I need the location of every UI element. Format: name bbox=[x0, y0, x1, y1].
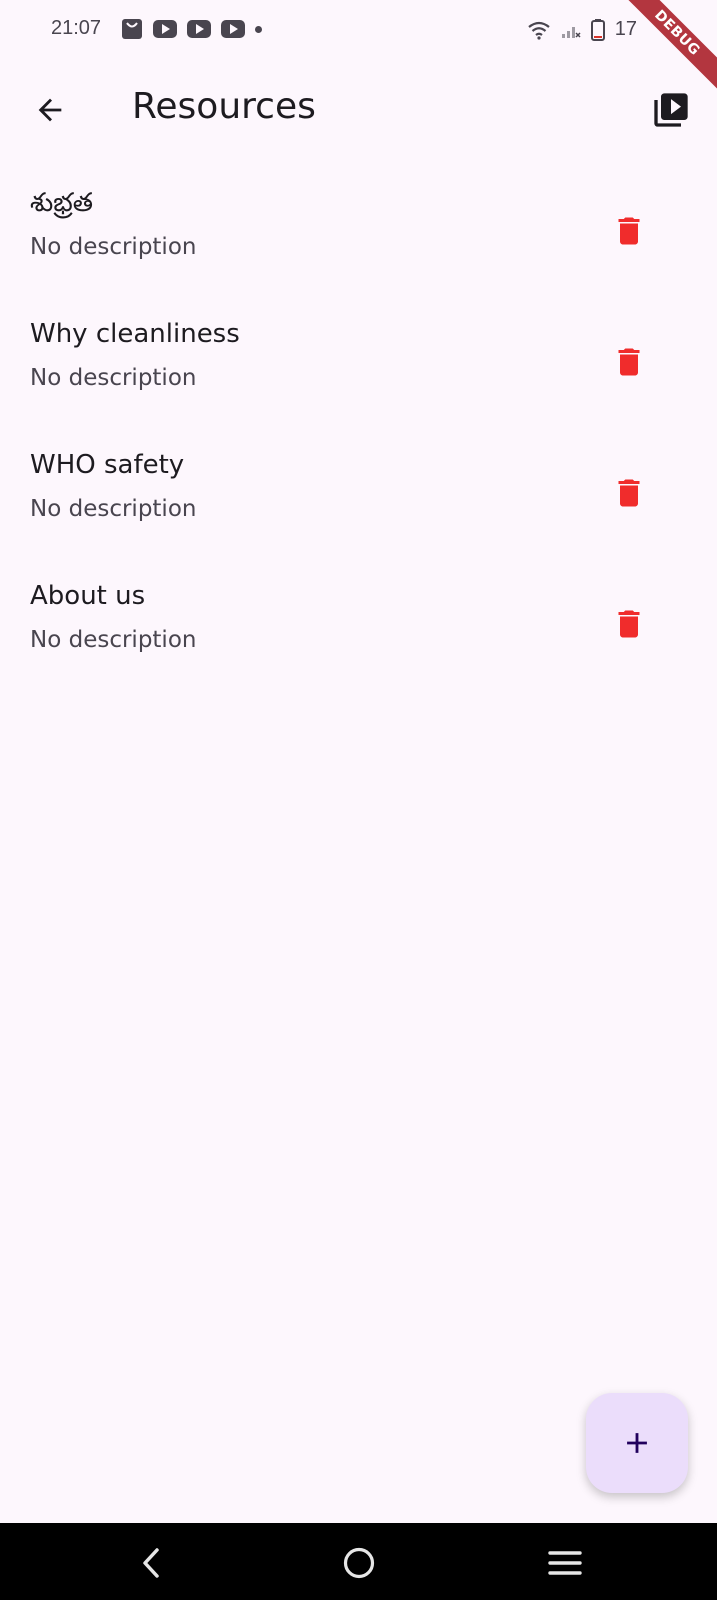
resource-description: No description bbox=[30, 234, 197, 260]
delete-button[interactable] bbox=[604, 468, 654, 518]
wifi-icon bbox=[528, 21, 550, 40]
trash-icon bbox=[618, 610, 640, 638]
trash-icon bbox=[618, 348, 640, 376]
list-item[interactable]: శుభ్రత No description bbox=[0, 170, 717, 301]
youtube-icon bbox=[187, 20, 211, 38]
resource-list: శుభ్రత No description Why cleanliness No… bbox=[0, 170, 717, 694]
nav-recents-icon bbox=[548, 1551, 582, 1575]
trash-icon bbox=[618, 217, 640, 245]
plus-icon bbox=[627, 1433, 647, 1453]
video-library-button[interactable] bbox=[647, 86, 695, 134]
add-resource-button[interactable] bbox=[586, 1393, 688, 1493]
nav-back-icon bbox=[143, 1548, 159, 1578]
status-bar: 21:07 17 bbox=[0, 0, 717, 60]
more-notifications-dot-icon bbox=[255, 25, 262, 33]
list-item[interactable]: About us No description bbox=[0, 563, 717, 694]
delete-button[interactable] bbox=[604, 337, 654, 387]
list-item[interactable]: Why cleanliness No description bbox=[0, 301, 717, 432]
resource-title: శుభ్రత bbox=[30, 188, 94, 218]
notification-icons bbox=[121, 18, 262, 40]
delete-button[interactable] bbox=[604, 599, 654, 649]
resource-title: Why cleanliness bbox=[30, 319, 240, 349]
nav-home-icon bbox=[343, 1547, 375, 1579]
signal-icon bbox=[561, 26, 581, 38]
trash-icon bbox=[618, 479, 640, 507]
resource-description: No description bbox=[30, 627, 197, 653]
system-nav-bar bbox=[0, 1523, 717, 1600]
nav-recents-button[interactable] bbox=[543, 1541, 587, 1585]
battery-icon bbox=[590, 18, 605, 41]
system-icons: 17 bbox=[527, 18, 637, 41]
status-time: 21:07 bbox=[51, 17, 102, 39]
resource-title: WHO safety bbox=[30, 450, 185, 480]
list-item[interactable]: WHO safety No description bbox=[0, 432, 717, 563]
nav-home-button[interactable] bbox=[337, 1541, 381, 1585]
arrow-back-icon bbox=[38, 98, 62, 122]
video-library-icon bbox=[654, 93, 688, 127]
back-button[interactable] bbox=[28, 88, 72, 132]
battery-level: 17 bbox=[614, 18, 637, 40]
resource-description: No description bbox=[30, 365, 197, 391]
nav-back-button[interactable] bbox=[129, 1541, 173, 1585]
youtube-icon bbox=[153, 20, 177, 38]
shopping-bag-icon bbox=[122, 19, 142, 39]
app-bar: Resources bbox=[0, 72, 717, 148]
resource-description: No description bbox=[30, 496, 197, 522]
page-title: Resources bbox=[132, 86, 316, 127]
delete-button[interactable] bbox=[604, 206, 654, 256]
resource-title: About us bbox=[30, 581, 146, 611]
youtube-icon bbox=[221, 20, 245, 38]
screen: 21:07 17 DEBUG Resources శుభ్రత No descr… bbox=[0, 0, 717, 1600]
